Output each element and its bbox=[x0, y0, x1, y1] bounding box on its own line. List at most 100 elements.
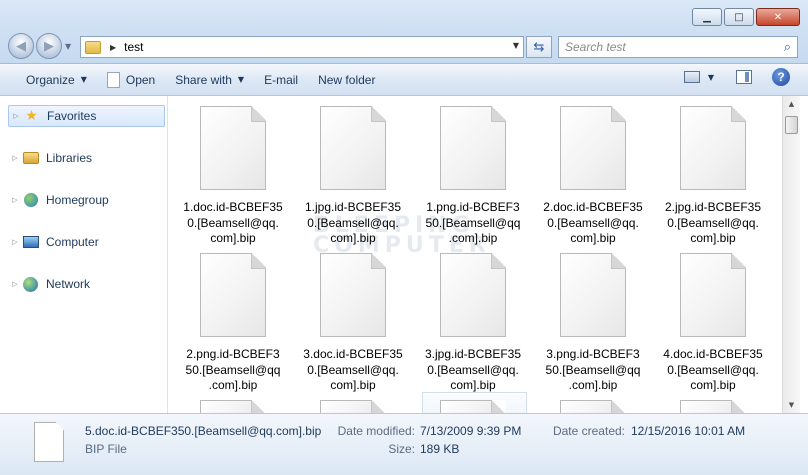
file-item[interactable]: 1.png.id-BCBEF3 50.[Beamsell@qq .com].bi… bbox=[423, 106, 523, 247]
view-options-chevron-icon[interactable]: ▼ bbox=[708, 73, 714, 82]
file-icon bbox=[320, 253, 386, 337]
file-item[interactable]: 3.jpg.id-BCBEF35 0.[Beamsell@qq. com].bi… bbox=[423, 253, 523, 394]
expand-arrow-icon[interactable]: ▷ bbox=[8, 154, 22, 162]
breadcrumb-chevron-icon[interactable]: ▶ bbox=[110, 43, 116, 52]
email-button[interactable]: E-mail bbox=[254, 68, 308, 92]
file-item[interactable] bbox=[303, 400, 403, 413]
navigation-pane: ▷ ★ Favorites ▷ Libraries ▷ Homegroup ▷ … bbox=[0, 96, 168, 413]
chevron-down-icon: ▼ bbox=[237, 75, 245, 84]
file-icon bbox=[680, 253, 746, 337]
back-arrow-icon[interactable]: ◀ bbox=[8, 33, 34, 59]
new-folder-button[interactable]: New folder bbox=[308, 68, 385, 92]
file-item[interactable]: 3.doc.id-BCBEF35 0.[Beamsell@qq. com].bi… bbox=[303, 253, 403, 394]
breadcrumb-current-folder[interactable]: test bbox=[124, 40, 143, 54]
file-name-line: 0.[Beamsell@qq. bbox=[667, 362, 759, 377]
file-item[interactable]: 4.doc.id-BCBEF35 0.[Beamsell@qq. com].bi… bbox=[663, 253, 763, 394]
file-name-line: 3.doc.id-BCBEF35 bbox=[303, 347, 403, 361]
window-controls: ▁ □ ✕ bbox=[692, 8, 800, 26]
file-name-line: com].bip bbox=[210, 231, 256, 245]
file-name: 1.png.id-BCBEF3 50.[Beamsell@qq .com].bi… bbox=[423, 200, 523, 247]
change-view-icon[interactable] bbox=[683, 71, 700, 83]
file-name-line: 2.jpg.id-BCBEF35 bbox=[664, 200, 762, 214]
preview-pane-icon[interactable] bbox=[736, 70, 752, 84]
file-name-line: 50.[Beamsell@qq bbox=[425, 215, 521, 230]
window-header: ▁ □ ✕ ◀ ▶ ▼ ▶ test ▼ ⇆ Search test ⌕ bbox=[0, 0, 808, 64]
file-name-line: com].bip bbox=[330, 231, 376, 245]
expand-arrow-icon[interactable]: ▷ bbox=[8, 280, 22, 288]
file-icon bbox=[200, 253, 266, 337]
file-name-line: com].bip bbox=[690, 231, 736, 245]
expand-arrow-icon[interactable]: ▷ bbox=[9, 112, 23, 120]
folder-icon bbox=[85, 40, 101, 54]
file-name-line: 50.[Beamsell@qq bbox=[545, 362, 641, 377]
file-icon bbox=[440, 400, 506, 413]
file-item-selected[interactable] bbox=[423, 400, 523, 413]
search-placeholder: Search test bbox=[565, 40, 626, 54]
file-item[interactable] bbox=[543, 400, 643, 413]
sidebar-item-network[interactable]: ▷ Network bbox=[8, 273, 165, 295]
search-icon[interactable]: ⌕ bbox=[784, 40, 791, 55]
star-icon: ★ bbox=[25, 108, 38, 124]
file-item[interactable]: 2.png.id-BCBEF3 50.[Beamsell@qq .com].bi… bbox=[183, 253, 283, 394]
file-icon bbox=[680, 400, 746, 413]
search-input[interactable]: Search test ⌕ bbox=[558, 36, 798, 58]
file-name-line: 0.[Beamsell@qq. bbox=[547, 215, 639, 230]
recent-pages-dropdown[interactable]: ▼ bbox=[65, 42, 71, 51]
file-name-line: 1.jpg.id-BCBEF35 bbox=[304, 200, 402, 214]
file-list: BLEEPING COMPUTER 1.doc.id-BCBEF35 0.[Be… bbox=[169, 96, 782, 413]
file-name-line: 1.doc.id-BCBEF35 bbox=[183, 200, 283, 214]
minimize-button[interactable]: ▁ bbox=[692, 8, 722, 26]
date-created-value: 12/15/2016 10:01 AM bbox=[631, 424, 746, 438]
open-label: Open bbox=[125, 72, 156, 87]
scroll-down-icon[interactable]: ▼ bbox=[783, 397, 800, 413]
file-item[interactable]: 2.doc.id-BCBEF35 0.[Beamsell@qq. com].bi… bbox=[543, 106, 643, 247]
file-item[interactable]: 3.png.id-BCBEF3 50.[Beamsell@qq .com].bi… bbox=[543, 253, 643, 394]
forward-arrow-icon[interactable]: ▶ bbox=[36, 33, 62, 59]
file-name-line: 3.png.id-BCBEF3 bbox=[546, 347, 640, 361]
document-icon bbox=[106, 71, 120, 88]
organize-button[interactable]: Organize ▼ bbox=[16, 68, 97, 92]
file-icon bbox=[200, 400, 266, 413]
file-item[interactable]: 2.jpg.id-BCBEF35 0.[Beamsell@qq. com].bi… bbox=[663, 106, 763, 247]
file-name: 3.png.id-BCBEF3 50.[Beamsell@qq .com].bi… bbox=[543, 347, 643, 394]
file-name-line: 0.[Beamsell@qq. bbox=[187, 215, 279, 230]
expand-arrow-icon[interactable]: ▷ bbox=[8, 196, 22, 204]
file-item[interactable]: 1.doc.id-BCBEF35 0.[Beamsell@qq. com].bi… bbox=[183, 106, 283, 247]
file-name-line: com].bip bbox=[330, 378, 376, 392]
file-name: 1.doc.id-BCBEF35 0.[Beamsell@qq. com].bi… bbox=[183, 200, 283, 247]
open-button[interactable]: Open bbox=[97, 68, 165, 92]
file-item[interactable] bbox=[183, 400, 283, 413]
share-with-label: Share with bbox=[175, 72, 232, 87]
file-icon bbox=[34, 422, 64, 462]
file-name-line: .com].bip bbox=[448, 231, 498, 245]
homegroup-icon bbox=[22, 192, 39, 208]
address-bar[interactable]: ▶ test ▼ bbox=[80, 36, 524, 58]
file-item[interactable]: 1.jpg.id-BCBEF35 0.[Beamsell@qq. com].bi… bbox=[303, 106, 403, 247]
scroll-up-icon[interactable]: ▲ bbox=[783, 96, 800, 112]
organize-label: Organize bbox=[26, 72, 75, 87]
sidebar-item-favorites[interactable]: ▷ ★ Favorites bbox=[8, 105, 165, 127]
maximize-button[interactable]: □ bbox=[724, 8, 754, 26]
sidebar-item-computer[interactable]: ▷ Computer bbox=[8, 231, 165, 253]
refresh-icon[interactable]: ⇆ bbox=[526, 36, 552, 58]
expand-arrow-icon[interactable]: ▷ bbox=[8, 238, 22, 246]
file-name-line: 2.doc.id-BCBEF35 bbox=[543, 200, 643, 214]
file-name-line: 50.[Beamsell@qq bbox=[185, 362, 281, 377]
file-icon bbox=[560, 400, 626, 413]
file-icon bbox=[560, 106, 626, 190]
address-dropdown-icon[interactable]: ▼ bbox=[513, 41, 519, 50]
file-icon bbox=[440, 106, 506, 190]
file-name-line: .com].bip bbox=[568, 378, 618, 392]
help-icon[interactable]: ? bbox=[772, 68, 790, 86]
file-icon bbox=[320, 400, 386, 413]
share-with-button[interactable]: Share with ▼ bbox=[165, 68, 254, 92]
scroll-thumb[interactable] bbox=[785, 116, 798, 134]
sidebar-item-homegroup[interactable]: ▷ Homegroup bbox=[8, 189, 165, 211]
file-name-line: 0.[Beamsell@qq. bbox=[427, 362, 519, 377]
sidebar-item-libraries[interactable]: ▷ Libraries bbox=[8, 147, 165, 169]
file-name-line: 1.png.id-BCBEF3 bbox=[426, 200, 520, 214]
file-item[interactable] bbox=[663, 400, 763, 413]
vertical-scrollbar[interactable]: ▲ ▼ bbox=[782, 96, 800, 413]
close-button[interactable]: ✕ bbox=[756, 8, 800, 26]
command-bar: Organize ▼ Open Share with ▼ E-mail New … bbox=[0, 64, 808, 96]
